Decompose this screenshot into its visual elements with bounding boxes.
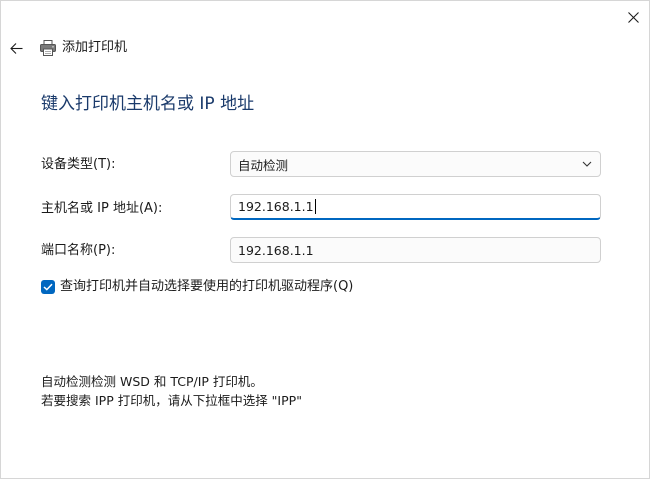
back-button[interactable] (5, 37, 27, 59)
query-printer-label[interactable]: 查询打印机并自动选择要使用的打印机驱动程序(Q) (60, 278, 353, 296)
port-name-label: 端口名称(P): (41, 243, 116, 258)
info-line-1: 自动检测检测 WSD 和 TCP/IP 打印机。 (41, 374, 263, 389)
page-heading: 键入打印机主机名或 IP 地址 (41, 94, 255, 114)
port-name-input[interactable]: 192.168.1.1 (230, 237, 601, 263)
device-type-value: 自动检测 (238, 157, 289, 173)
close-button[interactable] (621, 5, 645, 29)
chevron-down-icon (582, 161, 592, 167)
hostname-value: 192.168.1.1 (238, 199, 314, 214)
close-icon (627, 11, 639, 23)
device-type-label: 设备类型(T): (41, 157, 116, 172)
printer-icon (40, 40, 56, 56)
back-arrow-icon (9, 42, 22, 54)
port-name-value: 192.168.1.1 (238, 242, 314, 258)
checkmark-icon (43, 283, 53, 291)
hostname-input[interactable]: 192.168.1.1 (230, 194, 601, 220)
text-caret (314, 199, 316, 214)
device-type-select[interactable]: 自动检测 (230, 151, 601, 177)
window-title: 添加打印机 (62, 40, 128, 55)
info-line-2: 若要搜索 IPP 打印机，请从下拉框中选择 "IPP" (41, 393, 302, 408)
query-printer-checkbox[interactable] (41, 280, 55, 294)
hostname-label: 主机名或 IP 地址(A): (41, 201, 163, 216)
add-printer-dialog: 添加打印机 键入打印机主机名或 IP 地址 设备类型(T): 自动检测 主机名或… (0, 0, 650, 479)
